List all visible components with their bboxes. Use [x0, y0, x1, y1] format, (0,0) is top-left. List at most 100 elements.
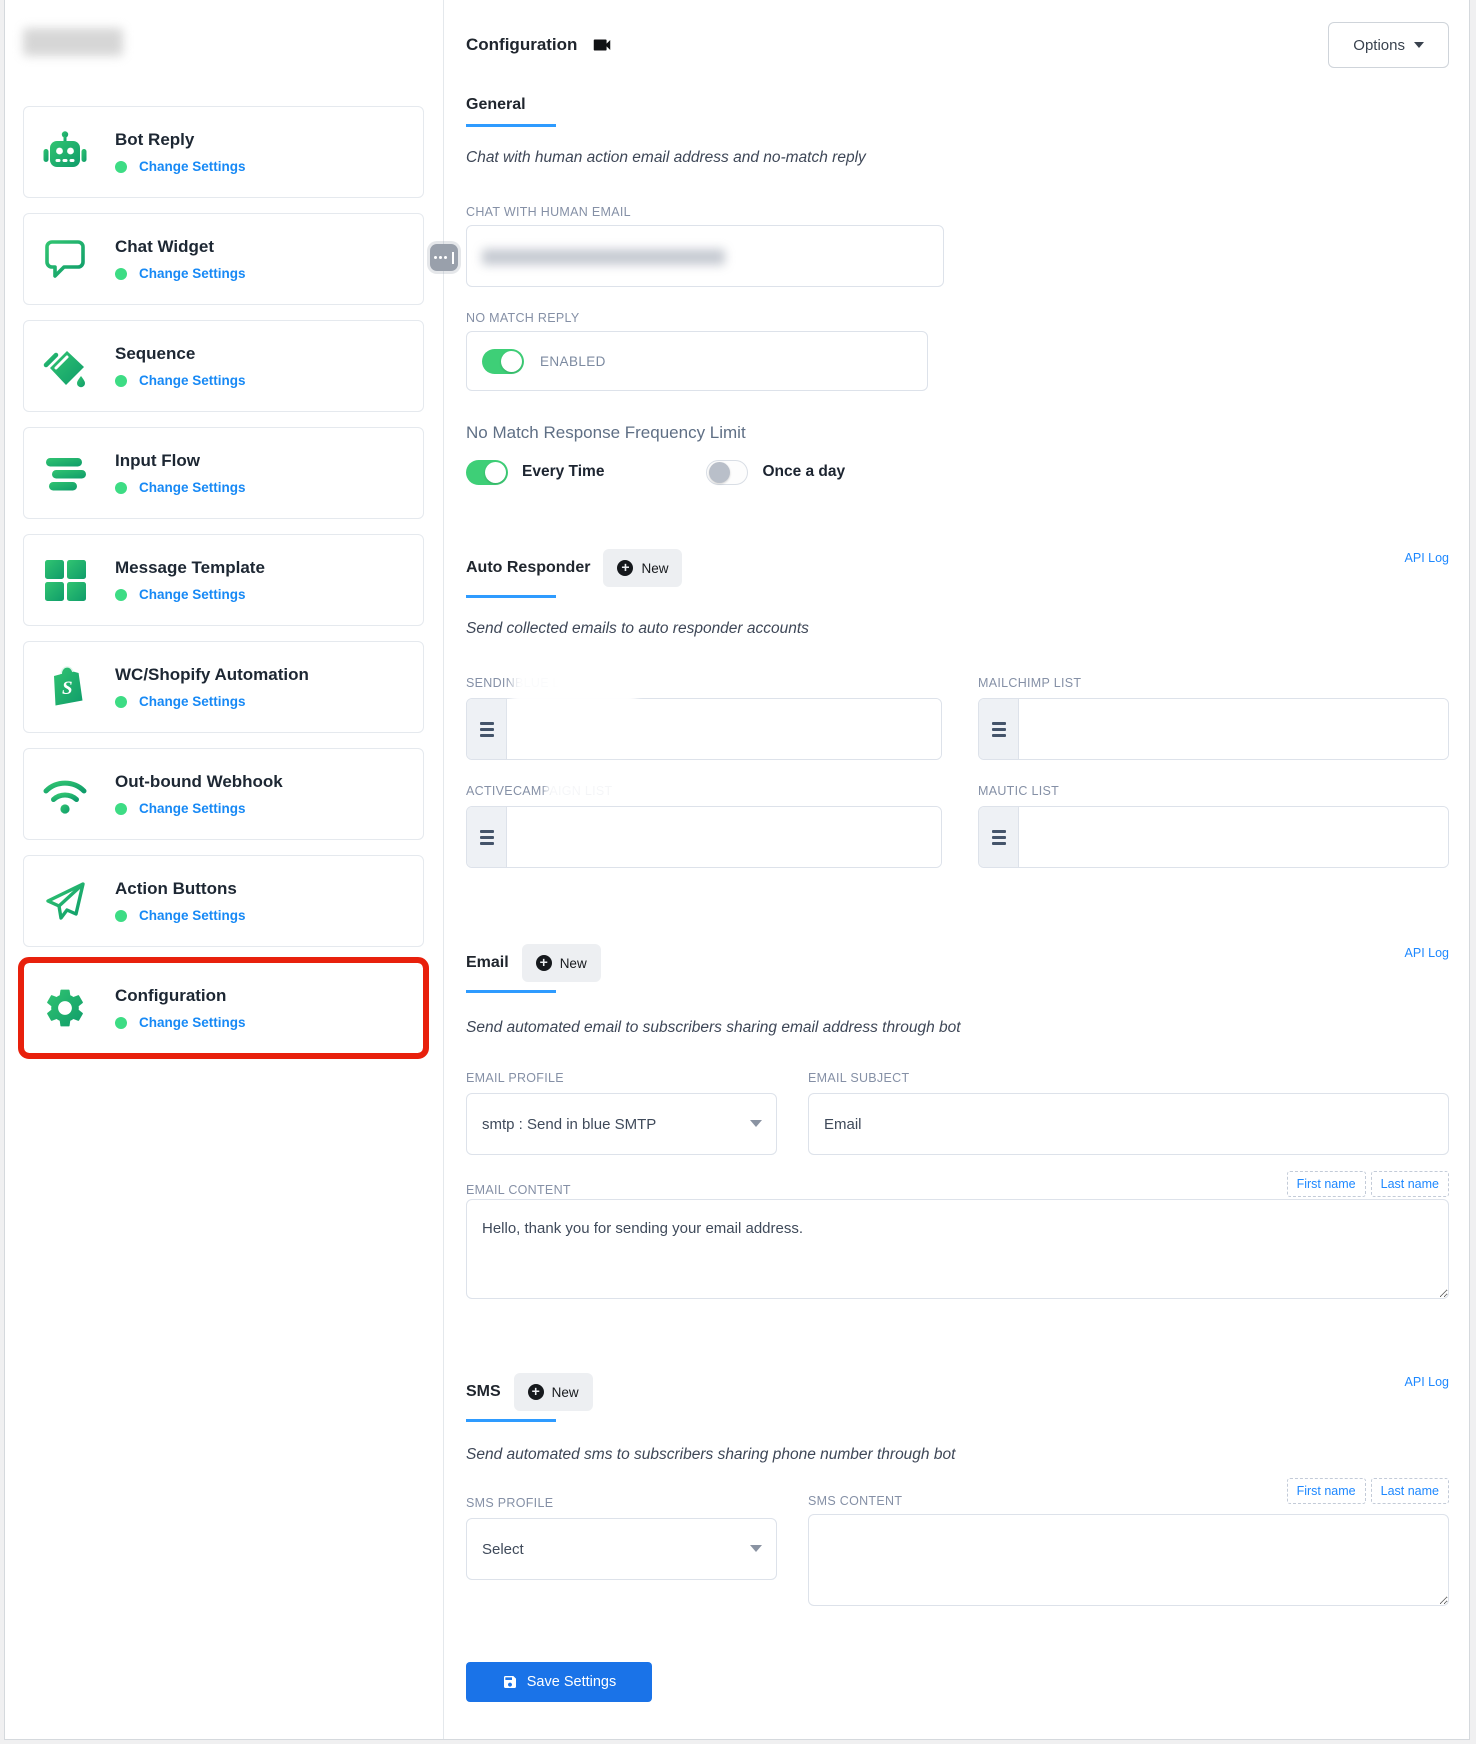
sidebar-item-label: Out-bound Webhook	[115, 772, 283, 792]
plus-circle-icon: +	[536, 955, 552, 971]
email-content-textarea[interactable]: Hello, thank you for sending your email …	[466, 1199, 1449, 1299]
sms-content-label-row: SMS CONTENT First name Last name	[808, 1494, 1449, 1508]
sms-heading-row: SMS + New API Log	[466, 1373, 1449, 1411]
sidebar-item-label: Configuration	[115, 986, 246, 1006]
gear-icon	[41, 984, 89, 1032]
activecampaign-list-input[interactable]	[507, 807, 941, 867]
options-button[interactable]: Options	[1328, 22, 1449, 68]
sms-first-name-chip[interactable]: First name	[1287, 1478, 1366, 1504]
wifi-icon	[41, 770, 89, 818]
sidebar-item-configuration[interactable]: Configuration Change Settings	[23, 962, 424, 1054]
change-settings-link[interactable]: Change Settings	[139, 159, 246, 174]
sms-content-textarea[interactable]	[808, 1514, 1449, 1606]
email-api-log-link[interactable]: API Log	[1405, 946, 1449, 960]
mautic-list-input[interactable]	[1019, 807, 1448, 867]
redacted-logo	[23, 28, 123, 56]
new-button-label: New	[552, 1385, 579, 1400]
options-button-label: Options	[1353, 37, 1405, 54]
change-settings-link[interactable]: Change Settings	[139, 694, 246, 709]
status-dot	[115, 696, 127, 708]
once-a-day-label: Once a day	[762, 463, 845, 481]
sidebar-item-body: Input Flow Change Settings	[115, 451, 246, 495]
list-bars-icon	[41, 449, 89, 497]
hamburger-icon	[979, 699, 1019, 759]
sidebar-item-label: Sequence	[115, 344, 246, 364]
sms-profile-value: Select	[482, 1541, 524, 1558]
status-dot	[115, 375, 127, 387]
redaction-blob	[512, 640, 636, 754]
activecampaign-list-field: ACTIVECAMPAIGN LIST	[466, 782, 942, 868]
email-profile-label: EMAIL PROFILE	[466, 1071, 564, 1085]
once-a-day-toggle[interactable]	[706, 460, 748, 485]
mailchimp-list-input[interactable]	[1019, 699, 1448, 759]
email-heading: Email	[466, 954, 509, 972]
status-dot	[115, 1017, 127, 1029]
hamburger-icon	[467, 807, 507, 867]
sidebar-item-body: WC/Shopify Automation Change Settings	[115, 665, 309, 709]
hamburger-icon	[979, 807, 1019, 867]
auto-responder-grid: SENDINBLUE LIST MAILCHIMP LIST	[466, 674, 1449, 868]
sidebar-item-label: Bot Reply	[115, 130, 246, 150]
sms-content-label: SMS CONTENT	[808, 1494, 902, 1508]
svg-text:S: S	[62, 678, 73, 699]
save-settings-button[interactable]: Save Settings	[466, 1662, 652, 1702]
plus-circle-icon: +	[528, 1384, 544, 1400]
change-settings-link[interactable]: Change Settings	[139, 480, 246, 495]
status-dot	[115, 910, 127, 922]
status-dot	[115, 803, 127, 815]
auto-responder-new-button[interactable]: + New	[603, 549, 682, 587]
mautic-list-label: MAUTIC LIST	[978, 784, 1059, 798]
email-profile-select[interactable]: smtp : Send in blue SMTP	[466, 1093, 777, 1155]
sidebar-item-message-template[interactable]: Message Template Change Settings	[23, 534, 424, 626]
sidebar-item-wc-shopify-automation[interactable]: S WC/Shopify Automation Change Settings	[23, 641, 424, 733]
hamburger-icon	[467, 699, 507, 759]
video-camera-icon[interactable]	[591, 34, 613, 56]
shopify-bag-icon: S	[41, 663, 89, 711]
every-time-toggle[interactable]	[466, 460, 508, 485]
sidebar-item-action-buttons[interactable]: Action Buttons Change Settings	[23, 855, 424, 947]
robot-icon	[41, 128, 89, 176]
email-first-name-chip[interactable]: First name	[1287, 1171, 1366, 1197]
sms-last-name-chip[interactable]: Last name	[1371, 1478, 1449, 1504]
status-dot	[115, 589, 127, 601]
chat-with-human-email-label: CHAT WITH HUMAN EMAIL	[466, 205, 1449, 219]
change-settings-link[interactable]: Change Settings	[139, 908, 246, 923]
email-new-button[interactable]: + New	[522, 944, 601, 982]
email-last-name-chip[interactable]: Last name	[1371, 1171, 1449, 1197]
change-settings-link[interactable]: Change Settings	[139, 1015, 246, 1030]
sms-description: Send automated sms to subscribers sharin…	[466, 1444, 1449, 1466]
email-subject-input[interactable]	[808, 1093, 1449, 1155]
sidebar-item-body: Chat Widget Change Settings	[115, 237, 246, 281]
save-settings-label: Save Settings	[527, 1674, 616, 1690]
new-button-label: New	[641, 561, 668, 576]
sms-api-log-link[interactable]: API Log	[1405, 1375, 1449, 1389]
no-match-reply-label: NO MATCH REPLY	[466, 311, 1449, 325]
sidebar-item-bot-reply[interactable]: Bot Reply Change Settings	[23, 106, 424, 198]
sms-profile-select[interactable]: Select	[466, 1518, 777, 1580]
sidebar-item-chat-widget[interactable]: Chat Widget Change Settings	[23, 213, 424, 305]
sms-heading: SMS	[466, 1383, 501, 1401]
change-settings-link[interactable]: Change Settings	[139, 266, 246, 281]
auto-responder-api-log-link[interactable]: API Log	[1405, 551, 1449, 565]
mailchimp-list-field: MAILCHIMP LIST	[978, 674, 1449, 760]
mailchimp-list-label: MAILCHIMP LIST	[978, 676, 1081, 690]
sidebar-item-input-flow[interactable]: Input Flow Change Settings	[23, 427, 424, 519]
chat-bubble-icon	[41, 235, 89, 283]
change-settings-link[interactable]: Change Settings	[139, 373, 246, 388]
sms-new-button[interactable]: + New	[514, 1373, 593, 1411]
no-match-reply-toggle[interactable]	[482, 349, 524, 374]
change-settings-link[interactable]: Change Settings	[139, 587, 246, 602]
chat-launcher-icon[interactable]	[430, 244, 458, 271]
save-icon	[502, 1674, 518, 1690]
change-settings-link[interactable]: Change Settings	[139, 801, 246, 816]
sidebar-item-body: Out-bound Webhook Change Settings	[115, 772, 283, 816]
email-underline	[466, 990, 556, 993]
chat-with-human-email-input[interactable]	[466, 225, 944, 287]
sidebar-item-outbound-webhook[interactable]: Out-bound Webhook Change Settings	[23, 748, 424, 840]
sidebar-item-sequence[interactable]: Sequence Change Settings	[23, 320, 424, 412]
main-panel: Configuration Options General Chat with …	[445, 0, 1469, 1739]
page: Bot Reply Change Settings Chat Widget	[0, 0, 1476, 1744]
auto-responder-heading: Auto Responder	[466, 559, 590, 577]
general-underline	[466, 124, 556, 127]
sms-underline	[466, 1419, 556, 1422]
